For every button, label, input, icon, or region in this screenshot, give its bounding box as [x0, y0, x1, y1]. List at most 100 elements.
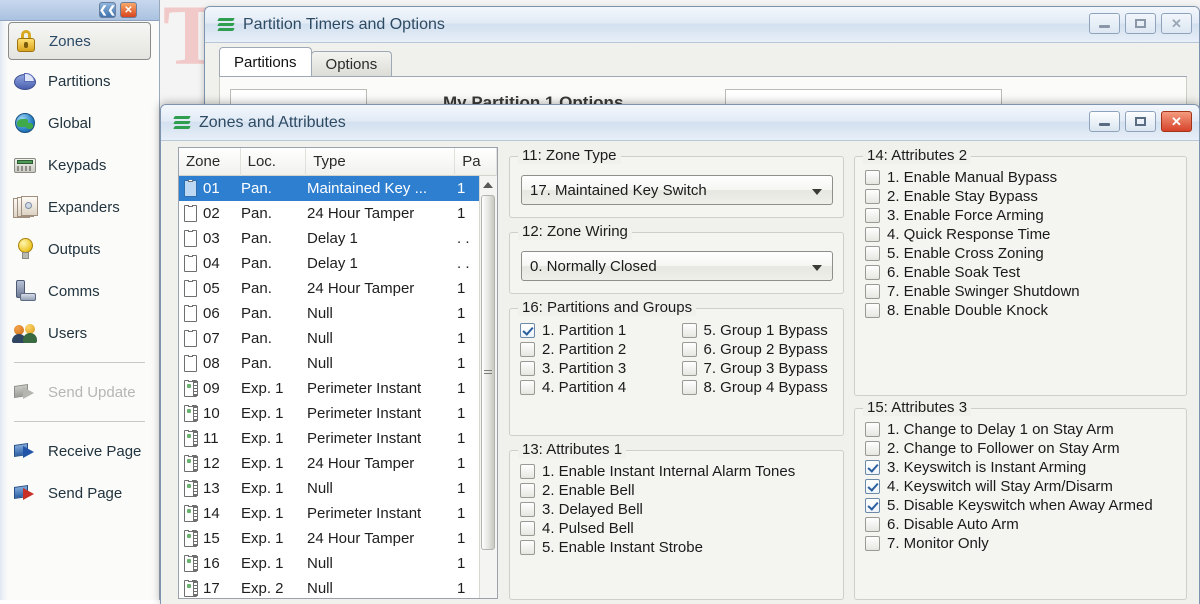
checkbox-icon[interactable]: [865, 284, 880, 299]
sidebar-item-outputs[interactable]: Outputs: [0, 228, 159, 270]
partition-window-titlebar[interactable]: Partition Timers and Options ✕: [205, 7, 1199, 43]
checkbox-icon[interactable]: [865, 227, 880, 242]
sidebar-item-expanders[interactable]: Expanders: [0, 186, 159, 228]
checkbox-icon[interactable]: [520, 540, 535, 555]
sidebar-item-zones[interactable]: Zones: [8, 22, 151, 60]
close-button[interactable]: ✕: [1161, 13, 1192, 34]
checkbox-icon[interactable]: [520, 483, 535, 498]
checkbox-icon[interactable]: [681, 342, 697, 357]
tab-partitions[interactable]: Partitions: [219, 47, 312, 77]
sidebar-item-partitions[interactable]: Partitions: [0, 60, 159, 102]
table-row[interactable]: 09 Exp. 1 Perimeter Instant 1: [179, 376, 497, 401]
checkbox-icon[interactable]: [681, 361, 697, 376]
sidebar-item-comms[interactable]: Comms: [0, 270, 159, 312]
group-bypass-checkbox-3[interactable]: 7. Group 3 Bypass: [681, 360, 844, 377]
sidebar-action-send-page[interactable]: Send Page: [0, 472, 159, 514]
checkbox-icon[interactable]: [865, 517, 880, 532]
table-row[interactable]: 02 Pan. 24 Hour Tamper 1: [179, 201, 497, 226]
checkbox-icon[interactable]: [865, 441, 880, 456]
group-bypass-checkbox-1[interactable]: 5. Group 1 Bypass: [681, 322, 844, 339]
table-row[interactable]: 04 Pan. Delay 1. .: [179, 251, 497, 276]
attr2-checkbox-8[interactable]: 8. Enable Double Knock: [865, 302, 1186, 319]
attr2-checkbox-5[interactable]: 5. Enable Cross Zoning: [865, 245, 1186, 262]
table-row[interactable]: 10 Exp. 1 Perimeter Instant 1: [179, 401, 497, 426]
attr2-checkbox-1[interactable]: 1. Enable Manual Bypass: [865, 169, 1186, 186]
checkbox-checked-icon[interactable]: [865, 460, 880, 475]
attr2-checkbox-4[interactable]: 4. Quick Response Time: [865, 226, 1186, 243]
group-bypass-checkbox-4[interactable]: 8. Group 4 Bypass: [681, 379, 844, 396]
checkbox-icon[interactable]: [865, 246, 880, 261]
table-row[interactable]: 07 Pan. Null 1: [179, 326, 497, 351]
checkbox-icon[interactable]: [520, 380, 535, 395]
zone-wiring-combo[interactable]: 0. Normally Closed: [521, 251, 833, 281]
attr3-checkbox-6[interactable]: 6. Disable Auto Arm: [865, 516, 1186, 533]
table-row[interactable]: 03 Pan. Delay 1. .: [179, 226, 497, 251]
sidebar-item-keypads[interactable]: Keypads: [0, 144, 159, 186]
zone-type-combo[interactable]: 17. Maintained Key Switch: [521, 175, 833, 205]
column-header-type[interactable]: Type: [306, 148, 456, 176]
scroll-up-arrow-icon[interactable]: [480, 176, 496, 193]
sidebar-restore-icon[interactable]: ❮❮: [99, 2, 116, 18]
checkbox-icon[interactable]: [681, 323, 697, 338]
zone-list-scrollbar[interactable]: [479, 176, 497, 598]
table-row[interactable]: 01 Pan. Maintained Key ... 1: [179, 176, 497, 201]
partition-checkbox-2[interactable]: 2. Partition 2: [520, 341, 682, 358]
checkbox-icon[interactable]: [520, 361, 535, 376]
attr2-checkbox-3[interactable]: 3. Enable Force Arming: [865, 207, 1186, 224]
group-bypass-checkbox-2[interactable]: 6. Group 2 Bypass: [681, 341, 844, 358]
checkbox-icon[interactable]: [865, 536, 880, 551]
partition-checkbox-4[interactable]: 4. Partition 4: [520, 379, 682, 396]
attr1-checkbox-4[interactable]: 4. Pulsed Bell: [520, 520, 843, 537]
zones-window-titlebar[interactable]: Zones and Attributes ✕: [161, 105, 1199, 141]
attr1-checkbox-1[interactable]: 1. Enable Instant Internal Alarm Tones: [520, 463, 843, 480]
checkbox-icon[interactable]: [865, 303, 880, 318]
minimize-button[interactable]: [1089, 111, 1120, 132]
attr2-checkbox-2[interactable]: 2. Enable Stay Bypass: [865, 188, 1186, 205]
checkbox-icon[interactable]: [520, 521, 535, 536]
attr2-checkbox-7[interactable]: 7. Enable Swinger Shutdown: [865, 283, 1186, 300]
attr3-checkbox-5[interactable]: 5. Disable Keyswitch when Away Armed: [865, 497, 1186, 514]
partition-checkbox-1[interactable]: 1. Partition 1: [520, 322, 682, 339]
checkbox-icon[interactable]: [865, 208, 880, 223]
checkbox-icon[interactable]: [681, 380, 697, 395]
checkbox-icon[interactable]: [865, 422, 880, 437]
sidebar-close-icon[interactable]: ✕: [120, 2, 137, 18]
table-row[interactable]: 06 Pan. Null 1: [179, 301, 497, 326]
partition-checkbox-3[interactable]: 3. Partition 3: [520, 360, 682, 377]
checkbox-icon[interactable]: [865, 170, 880, 185]
close-button[interactable]: ✕: [1161, 111, 1192, 132]
table-row[interactable]: 16 Exp. 1 Null 1: [179, 551, 497, 576]
zone-list[interactable]: Zone Loc. Type Pa 01 Pan. Maintained Key .…: [178, 147, 498, 599]
table-row[interactable]: 17 Exp. 2 Null 1: [179, 576, 497, 598]
table-row[interactable]: 13 Exp. 1 Null 1: [179, 476, 497, 501]
checkbox-icon[interactable]: [520, 342, 535, 357]
scrollbar-thumb[interactable]: [481, 195, 495, 550]
attr1-checkbox-3[interactable]: 3. Delayed Bell: [520, 501, 843, 518]
checkbox-icon[interactable]: [865, 189, 880, 204]
column-header-loc[interactable]: Loc.: [241, 148, 307, 176]
attr3-checkbox-7[interactable]: 7. Monitor Only: [865, 535, 1186, 552]
table-row[interactable]: 15 Exp. 1 24 Hour Tamper 1: [179, 526, 497, 551]
maximize-button[interactable]: [1125, 111, 1156, 132]
tab-options[interactable]: Options: [310, 51, 393, 77]
table-row[interactable]: 11 Exp. 1 Perimeter Instant 1: [179, 426, 497, 451]
table-row[interactable]: 08 Pan. Null 1: [179, 351, 497, 376]
checkbox-icon[interactable]: [520, 502, 535, 517]
attr1-checkbox-2[interactable]: 2. Enable Bell: [520, 482, 843, 499]
sidebar-action-send-update[interactable]: Send Update: [0, 371, 159, 413]
maximize-button[interactable]: [1125, 13, 1156, 34]
table-row[interactable]: 14 Exp. 1 Perimeter Instant 1: [179, 501, 497, 526]
checkbox-icon[interactable]: [520, 464, 535, 479]
minimize-button[interactable]: [1089, 13, 1120, 34]
sidebar-action-receive-page[interactable]: Receive Page: [0, 430, 159, 472]
checkbox-icon[interactable]: [865, 265, 880, 280]
table-row[interactable]: 12 Exp. 1 24 Hour Tamper 1: [179, 451, 497, 476]
sidebar-item-users[interactable]: Users: [0, 312, 159, 354]
attr3-checkbox-4[interactable]: 4. Keyswitch will Stay Arm/Disarm: [865, 478, 1186, 495]
checkbox-checked-icon[interactable]: [865, 498, 880, 513]
attr2-checkbox-6[interactable]: 6. Enable Soak Test: [865, 264, 1186, 281]
table-row[interactable]: 05 Pan. 24 Hour Tamper 1: [179, 276, 497, 301]
column-header-zone[interactable]: Zone: [179, 148, 241, 176]
column-header-partition[interactable]: Pa: [455, 148, 497, 176]
sidebar-item-global[interactable]: Global: [0, 102, 159, 144]
